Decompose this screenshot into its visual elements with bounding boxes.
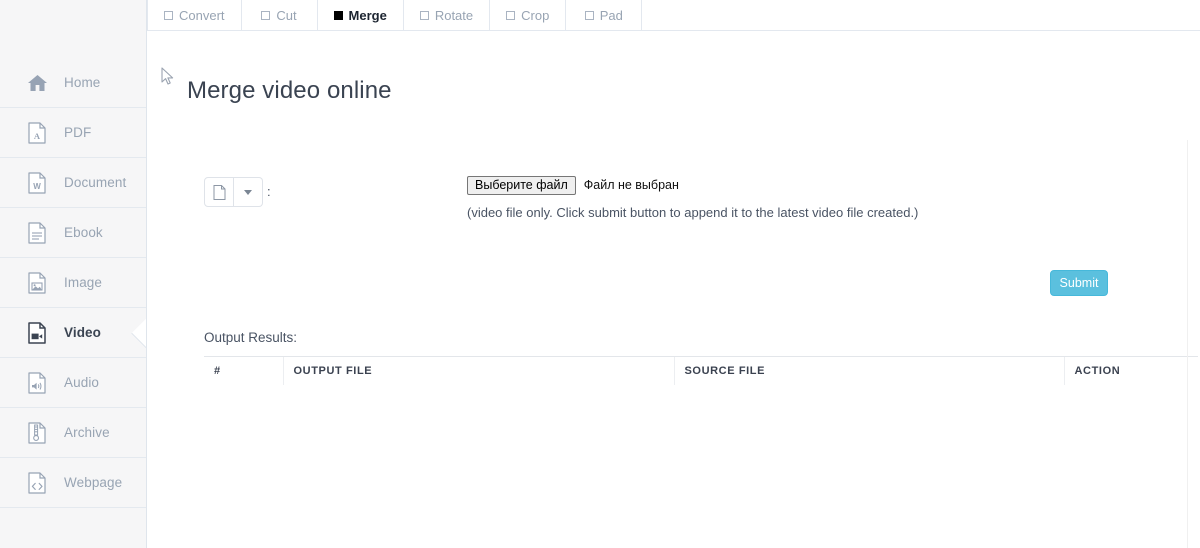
source-picker-separator: :: [267, 184, 271, 199]
mouse-cursor-icon: [160, 67, 176, 87]
tab-cut[interactable]: Cut: [242, 0, 318, 30]
submit-button[interactable]: Submit: [1050, 270, 1108, 296]
tab-convert[interactable]: Convert: [147, 0, 242, 30]
tab-label: Pad: [599, 7, 623, 23]
video-file-icon: [26, 321, 48, 344]
column-header-action: ACTION: [1063, 356, 1198, 385]
sidebar-nav-list: Home A PDF W Document Ebook Image Video Audio Arc…: [0, 58, 146, 508]
table-header-row: # OUTPUT FILE SOURCE FILE ACTION: [204, 356, 1198, 385]
sidebar-item-label: Webpage: [64, 475, 123, 490]
sidebar-item-image[interactable]: Image: [0, 258, 146, 308]
tab-label: Cut: [276, 7, 297, 23]
main-panel: Convert Cut Merge Rotate Crop Pad Merge video…: [147, 0, 1200, 548]
radio-unchecked-icon: [164, 10, 173, 20]
sidebar-item-document[interactable]: W Document: [0, 158, 146, 208]
tab-label: Rotate: [434, 7, 474, 23]
file-page-icon[interactable]: [204, 177, 234, 207]
webpage-code-file-icon: [26, 471, 48, 494]
file-upload-block: Выберите файл Файл не выбран (video file…: [467, 174, 918, 220]
sidebar-item-label: Home: [64, 75, 101, 90]
tab-merge[interactable]: Merge: [318, 0, 404, 30]
ebook-file-icon: [26, 221, 48, 244]
output-results-label: Output Results:: [204, 330, 298, 345]
radio-checked-icon: [333, 10, 343, 20]
sidebar-item-label: Document: [64, 175, 127, 190]
sidebar-item-webpage[interactable]: Webpage: [0, 458, 146, 508]
column-header-source: SOURCE FILE: [673, 356, 1064, 385]
radio-unchecked-icon: [506, 10, 516, 20]
tab-crop[interactable]: Crop: [490, 0, 567, 30]
radio-unchecked-icon: [584, 10, 594, 20]
chevron-down-icon[interactable]: [234, 177, 263, 207]
sidebar-item-video[interactable]: Video: [0, 308, 146, 358]
word-document-icon: W: [26, 171, 48, 194]
file-help-text: (video file only. Click submit button to…: [467, 205, 919, 220]
column-header-index: #: [204, 356, 283, 385]
tab-label: Merge: [348, 7, 387, 23]
sidebar-item-label: Archive: [64, 425, 110, 440]
sidebar: Home A PDF W Document Ebook Image Video Audio Arc…: [0, 0, 147, 548]
sidebar-item-ebook[interactable]: Ebook: [0, 208, 146, 258]
sidebar-item-home[interactable]: Home: [0, 58, 146, 108]
app-root: Home A PDF W Document Ebook Image Video Audio Arc…: [0, 0, 1200, 548]
tab-label: Convert: [179, 7, 225, 23]
pdf-file-icon: A: [26, 121, 48, 144]
sidebar-item-audio[interactable]: Audio: [0, 358, 146, 408]
radio-unchecked-icon: [261, 10, 271, 20]
home-icon: [26, 72, 48, 94]
sidebar-item-label: Image: [64, 275, 103, 290]
svg-text:A: A: [34, 131, 41, 141]
output-results-table: # OUTPUT FILE SOURCE FILE ACTION: [204, 356, 1198, 385]
file-input[interactable]: Выберите файл Файл не выбран: [467, 174, 918, 196]
source-picker-row: :: [204, 177, 271, 207]
panel-right-edge: [1187, 140, 1188, 548]
tab-pad[interactable]: Pad: [566, 0, 643, 30]
file-selection-status: Файл не выбран: [583, 178, 679, 192]
tool-tabbar: Convert Cut Merge Rotate Crop Pad: [147, 0, 1200, 31]
sidebar-item-label: Audio: [64, 375, 100, 390]
tab-rotate[interactable]: Rotate: [404, 0, 491, 30]
archive-file-icon: [26, 421, 48, 444]
page-title: Merge video online: [187, 77, 392, 104]
caret-shape: [244, 189, 252, 195]
svg-text:W: W: [33, 182, 41, 191]
column-header-output: OUTPUT FILE: [282, 356, 674, 385]
audio-file-icon: [26, 371, 48, 394]
sidebar-item-label: Video: [64, 325, 102, 340]
sidebar-item-pdf[interactable]: A PDF: [0, 108, 146, 158]
choose-file-button[interactable]: Выберите файл: [467, 175, 576, 195]
sidebar-item-label: PDF: [64, 125, 92, 140]
radio-unchecked-icon: [419, 10, 429, 20]
image-file-icon: [26, 271, 48, 294]
sidebar-item-archive[interactable]: Archive: [0, 408, 146, 458]
sidebar-item-label: Ebook: [64, 225, 103, 240]
source-picker-button-group[interactable]: [204, 177, 263, 207]
tab-label: Crop: [521, 7, 550, 23]
active-indicator-notch: [131, 316, 146, 350]
